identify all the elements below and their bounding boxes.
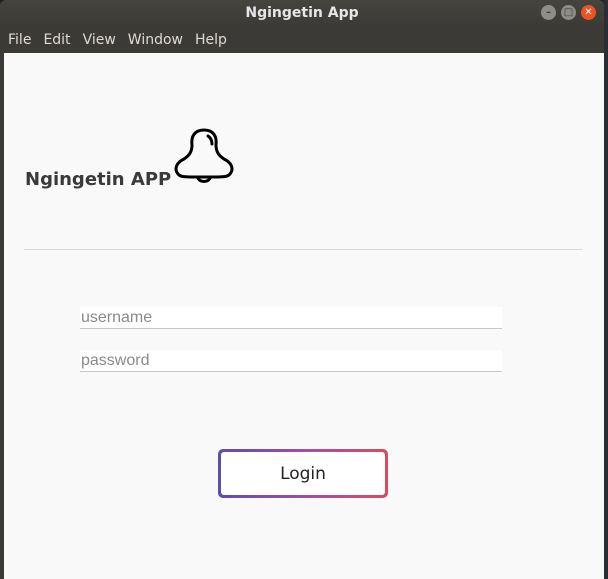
menu-view[interactable]: View: [77, 27, 122, 53]
app-content: Ngingetin APP Login: [4, 53, 604, 579]
login-button[interactable]: Login: [218, 449, 388, 498]
bell-icon: [174, 128, 234, 183]
app-title: Ngingetin APP: [25, 169, 172, 190]
minimize-button[interactable]: –: [541, 5, 556, 20]
maximize-icon: □: [563, 6, 574, 18]
menu-file[interactable]: File: [2, 27, 37, 53]
close-icon: ✕: [584, 6, 593, 18]
menu-edit[interactable]: Edit: [37, 27, 76, 53]
window-titlebar[interactable]: Ngingetin App – □ ✕: [0, 0, 604, 27]
close-button[interactable]: ✕: [581, 5, 596, 20]
header-divider: [24, 249, 582, 250]
desktop-background-strip: [604, 0, 608, 579]
app-window: Ngingetin App – □ ✕ File Edit View Windo…: [0, 0, 604, 579]
menu-window[interactable]: Window: [122, 27, 189, 53]
minimize-icon: –: [546, 6, 551, 18]
password-input[interactable]: [80, 350, 502, 372]
menu-help[interactable]: Help: [189, 27, 233, 53]
username-input[interactable]: [80, 307, 502, 329]
menu-bar: File Edit View Window Help: [0, 27, 604, 53]
window-controls: – □ ✕: [541, 5, 596, 20]
login-button-label: Login: [221, 452, 385, 495]
window-title: Ngingetin App: [245, 5, 359, 21]
maximize-button[interactable]: □: [561, 5, 576, 20]
